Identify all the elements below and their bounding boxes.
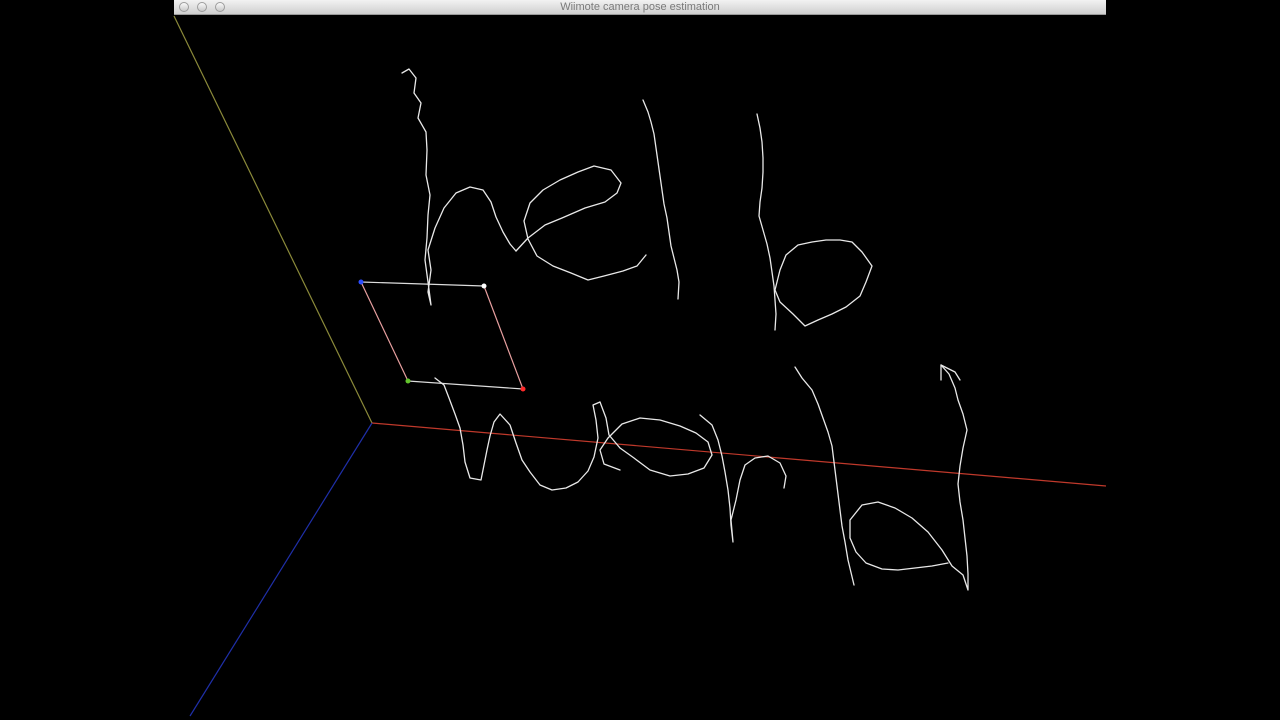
- stroke-d: [849, 364, 969, 591]
- marker-green-dot: [405, 378, 411, 384]
- y-axis: [173, 15, 373, 424]
- marker-white-dot: [481, 283, 487, 289]
- stroke-l2: [756, 113, 777, 331]
- marker-red-dot: [520, 386, 526, 392]
- z-axis: [189, 422, 373, 717]
- stroke-o2: [599, 401, 713, 477]
- stroke-o: [774, 239, 873, 327]
- stroke-e: [515, 165, 647, 281]
- stroke-h: [401, 68, 517, 306]
- 3d-viewport[interactable]: [0, 0, 1280, 720]
- stroke-l3: [794, 366, 855, 586]
- stroke-w: [434, 377, 601, 491]
- camera-pose-marker: [358, 279, 526, 392]
- stroke-r: [699, 414, 787, 543]
- marker-blue-dot: [358, 279, 364, 285]
- stroke-l1: [642, 99, 680, 300]
- handwriting-strokes: [401, 68, 969, 591]
